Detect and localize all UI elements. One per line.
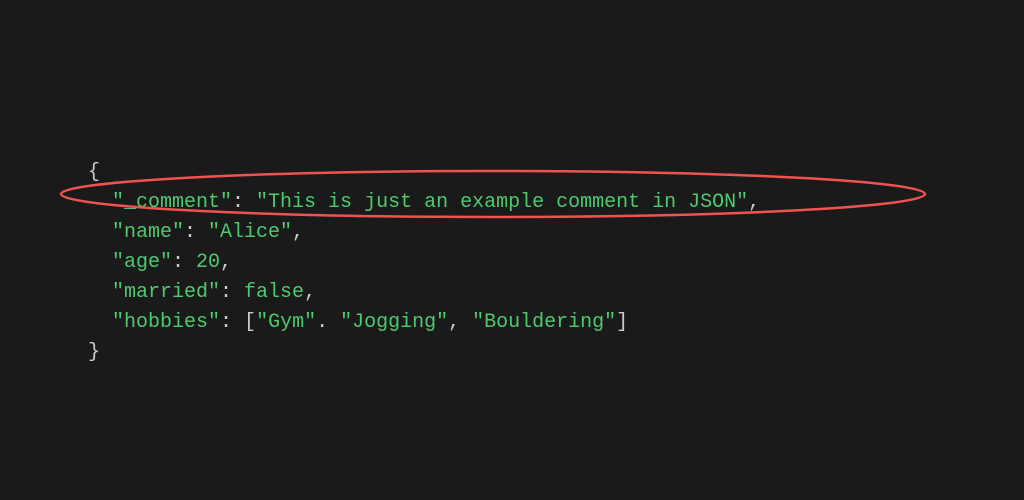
line-name: "name": "Alice", bbox=[88, 218, 760, 248]
colon: : bbox=[220, 311, 244, 334]
bracket-close: ] bbox=[616, 311, 628, 334]
sep-1: . bbox=[316, 311, 340, 334]
bracket-open: [ bbox=[244, 311, 256, 334]
value-comment: "This is just an example comment in JSON… bbox=[256, 191, 748, 214]
line-comment: "_comment": "This is just an example com… bbox=[88, 188, 760, 218]
sep-2: , bbox=[448, 311, 472, 334]
key-name: "name" bbox=[112, 221, 184, 244]
colon: : bbox=[184, 221, 208, 244]
colon: : bbox=[220, 281, 244, 304]
value-married: false bbox=[244, 281, 304, 304]
line-hobbies: "hobbies": ["Gym". "Jogging", "Boulderin… bbox=[88, 308, 760, 338]
comma: , bbox=[292, 221, 304, 244]
key-married: "married" bbox=[112, 281, 220, 304]
open-brace: { bbox=[88, 161, 100, 184]
key-age: "age" bbox=[112, 251, 172, 274]
comma: , bbox=[304, 281, 316, 304]
comma: , bbox=[748, 191, 760, 214]
colon: : bbox=[232, 191, 256, 214]
hobby-2: "Jogging" bbox=[340, 311, 448, 334]
comma: , bbox=[220, 251, 232, 274]
code-block: { "_comment": "This is just an example c… bbox=[88, 158, 760, 368]
close-brace: } bbox=[88, 341, 100, 364]
hobby-3: "Bouldering" bbox=[472, 311, 616, 334]
line-open-brace: { bbox=[88, 158, 760, 188]
colon: : bbox=[172, 251, 196, 274]
line-age: "age": 20, bbox=[88, 248, 760, 278]
value-age: 20 bbox=[196, 251, 220, 274]
key-hobbies: "hobbies" bbox=[112, 311, 220, 334]
hobby-1: "Gym" bbox=[256, 311, 316, 334]
line-close-brace: } bbox=[88, 338, 760, 368]
key-comment: "_comment" bbox=[112, 191, 232, 214]
line-married: "married": false, bbox=[88, 278, 760, 308]
value-name: "Alice" bbox=[208, 221, 292, 244]
